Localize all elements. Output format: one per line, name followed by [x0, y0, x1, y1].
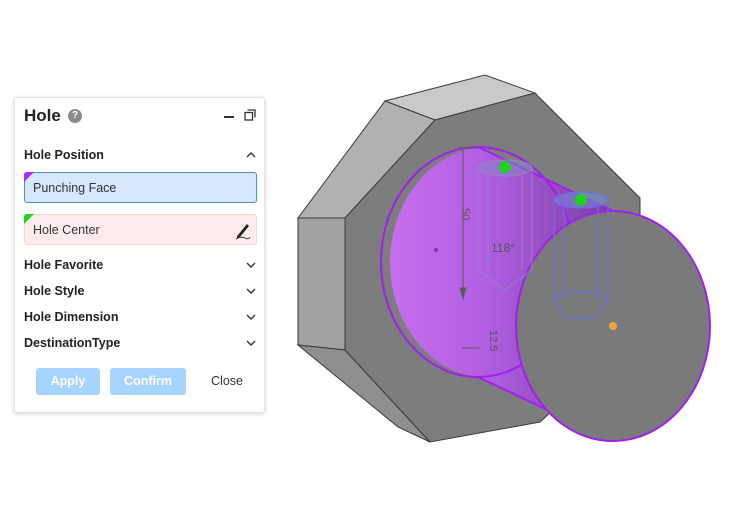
- punching-face-label: Punching Face: [33, 181, 117, 195]
- panel-title: Hole: [24, 106, 61, 125]
- close-button[interactable]: Close: [201, 368, 253, 395]
- apply-button[interactable]: Apply: [36, 368, 100, 395]
- hole-panel: Hole ? Hole Position Punching Face Hole …: [14, 97, 265, 413]
- hole-center-point-2[interactable]: [575, 194, 587, 206]
- hole-center-field[interactable]: Hole Center: [24, 214, 257, 245]
- chevron-up-icon: [246, 152, 256, 158]
- pen-icon[interactable]: [233, 219, 253, 240]
- back-center-point: [434, 248, 438, 252]
- hole-center-point-1[interactable]: [499, 161, 511, 173]
- section-label: Hole Style: [24, 284, 85, 298]
- face-center-point[interactable]: [609, 322, 617, 330]
- section-hole-position[interactable]: Hole Position: [24, 146, 257, 166]
- dimension-diameter: 12.5: [487, 330, 499, 351]
- minimize-icon[interactable]: [224, 116, 234, 118]
- section-label: Hole Position: [24, 148, 104, 162]
- section-label: Hole Dimension: [24, 310, 119, 324]
- section-hole-dimension[interactable]: Hole Dimension: [24, 308, 257, 328]
- prism-left-face: [297, 217, 346, 351]
- section-label: DestinationType: [24, 336, 121, 350]
- section-label: Hole Favorite: [24, 258, 104, 272]
- chevron-down-icon: [246, 314, 256, 320]
- confirm-button[interactable]: Confirm: [110, 368, 186, 395]
- section-hole-style[interactable]: Hole Style: [24, 282, 257, 302]
- chevron-down-icon: [246, 262, 256, 268]
- punching-face-field[interactable]: Punching Face: [24, 172, 257, 203]
- chevron-down-icon: [246, 288, 256, 294]
- panel-header: Hole ?: [24, 106, 256, 128]
- dimension-angle: 118°: [491, 241, 515, 255]
- section-hole-favorite[interactable]: Hole Favorite: [24, 256, 257, 276]
- help-icon[interactable]: ?: [68, 109, 82, 123]
- dimension-depth: 50: [459, 208, 471, 220]
- hole-center-label: Hole Center: [33, 223, 100, 237]
- restore-icon[interactable]: [244, 109, 256, 121]
- section-destination-type[interactable]: DestinationType: [24, 334, 257, 354]
- chevron-down-icon: [246, 340, 256, 346]
